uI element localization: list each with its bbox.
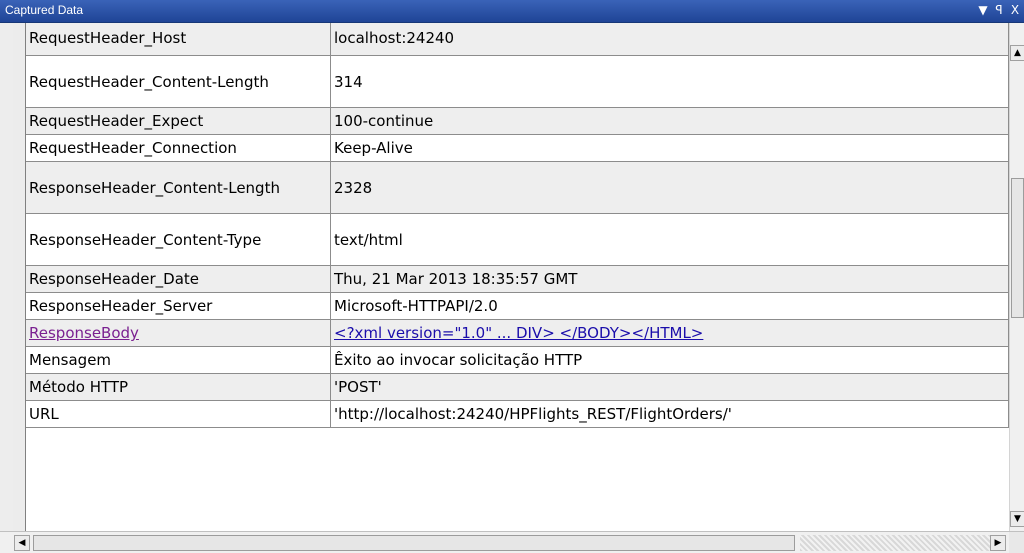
captured-data-grid: RequestHeader_Host localhost:24240 Reque… [13,23,1009,531]
table-row[interactable]: Mensagem Êxito ao invocar solicitação HT… [25,346,1009,374]
row-value: Microsoft-HTTPAPI/2.0 [330,292,1009,320]
response-body-link[interactable]: ResponseBody [29,324,139,342]
row-key: ResponseHeader_Content-Length [25,161,331,214]
close-icon[interactable]: X [1008,2,1022,18]
row-value: 'POST' [330,373,1009,401]
table-row[interactable]: ResponseHeader_Server Microsoft-HTTPAPI/… [25,292,1009,320]
horizontal-scrollbar[interactable]: ◀ ▶ [0,531,1024,553]
row-value: 100-continue [330,107,1009,135]
row-value: localhost:24240 [330,23,1009,56]
row-value: Êxito ao invocar solicitação HTTP [330,346,1009,374]
response-body-value-link[interactable]: <?xml version="1.0" ... DIV> </BODY></HT… [334,324,703,342]
scrollbar-corner [1009,532,1024,553]
row-key: RequestHeader_Content-Length [25,55,331,108]
row-key: RequestHeader_Connection [25,134,331,162]
row-value: 'http://localhost:24240/HPFlights_REST/F… [330,400,1009,428]
row-value: 2328 [330,161,1009,214]
table-row[interactable]: Método HTTP 'POST' [25,373,1009,401]
scroll-track-hatch [800,535,990,551]
row-key: Método HTTP [25,373,331,401]
data-table: RequestHeader_Host localhost:24240 Reque… [25,23,1009,428]
row-value: Keep-Alive [330,134,1009,162]
table-row[interactable]: ResponseHeader_Content-Length 2328 [25,161,1009,214]
vertical-scrollbar[interactable]: ▲ ▼ [1009,23,1024,531]
table-row[interactable]: RequestHeader_Connection Keep-Alive [25,134,1009,162]
grid-left-margin [0,23,13,531]
row-key: RequestHeader_Expect [25,107,331,135]
row-key-cell: ResponseBody [25,319,331,347]
row-key: URL [25,400,331,428]
dropdown-icon[interactable]: ▼ [976,2,990,18]
title-bar-controls: ▼ ꟼ X [976,2,1022,18]
table-row[interactable]: ResponseHeader_Content-Type text/html [25,213,1009,266]
row-key: ResponseHeader_Date [25,265,331,293]
row-value-cell: <?xml version="1.0" ... DIV> </BODY></HT… [330,319,1009,347]
table-row[interactable]: RequestHeader_Expect 100-continue [25,107,1009,135]
table-row[interactable]: RequestHeader_Content-Length 314 [25,55,1009,108]
scroll-left-icon[interactable]: ◀ [14,535,30,551]
table-row[interactable]: URL 'http://localhost:24240/HPFlights_RE… [25,400,1009,428]
pin-icon[interactable]: ꟼ [992,2,1006,18]
window-title: Captured Data [5,3,84,17]
row-key: ResponseHeader_Server [25,292,331,320]
vertical-scroll-thumb[interactable] [1011,178,1024,318]
horizontal-scroll-thumb[interactable] [33,535,795,551]
row-value: 314 [330,55,1009,108]
scroll-down-icon[interactable]: ▼ [1010,511,1024,527]
table-row[interactable]: RequestHeader_Host localhost:24240 [25,23,1009,56]
scroll-up-icon[interactable]: ▲ [1010,45,1024,61]
row-value: Thu, 21 Mar 2013 18:35:57 GMT [330,265,1009,293]
row-key: Mensagem [25,346,331,374]
title-bar: Captured Data ▼ ꟼ X [0,0,1024,23]
table-row[interactable]: ResponseBody <?xml version="1.0" ... DIV… [25,319,1009,347]
table-row[interactable]: ResponseHeader_Date Thu, 21 Mar 2013 18:… [25,265,1009,293]
row-key: ResponseHeader_Content-Type [25,213,331,266]
row-key: RequestHeader_Host [25,23,331,56]
captured-data-window: Captured Data ▼ ꟼ X RequestHeader_Host l… [0,0,1024,553]
row-value: text/html [330,213,1009,266]
scroll-right-icon[interactable]: ▶ [990,535,1006,551]
